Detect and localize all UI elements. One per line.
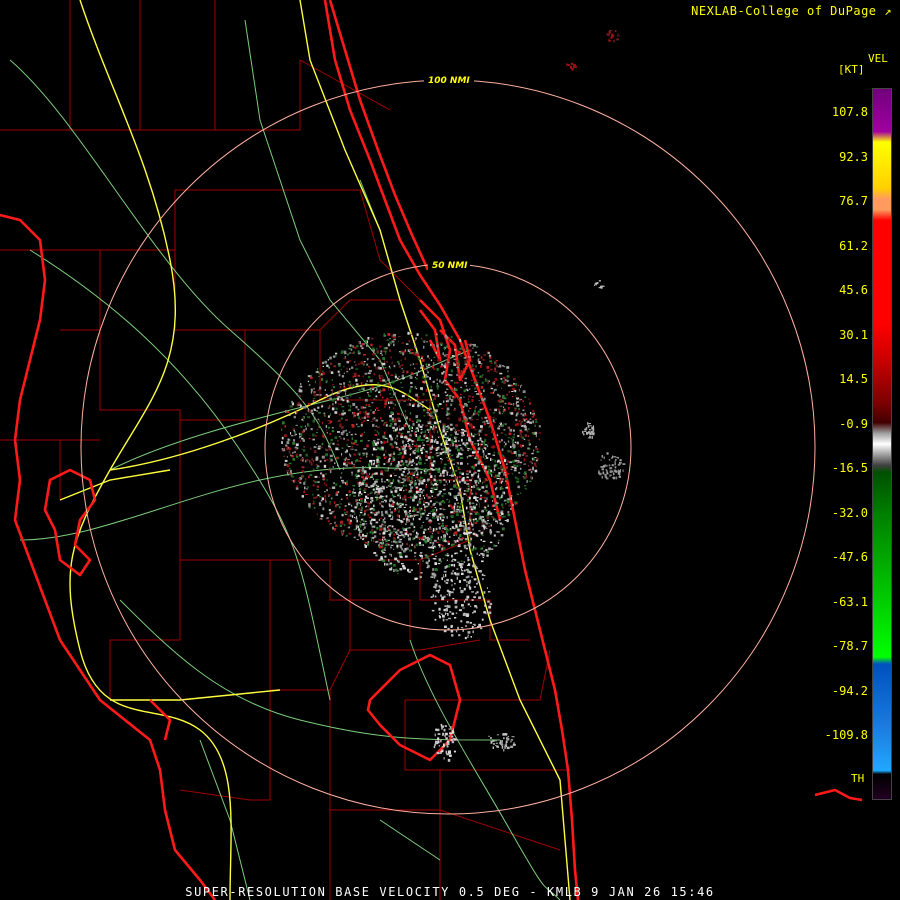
external-link-icon[interactable]: ↗ [884,4,892,18]
legend-tick: -109.8 [824,728,868,742]
legend-product: VEL [868,52,888,65]
legend-tick: 92.3 [839,149,868,164]
legend-tick: -16.5 [831,461,868,475]
legend-tick: -94.2 [831,683,868,698]
legend-tick: 61.2 [839,238,868,253]
legend-tick: 107.8 [831,105,868,119]
velocity-colorbar [872,88,892,800]
legend-tick: -32.0 [831,505,868,520]
legend-tick: 76.7 [839,194,868,208]
ring-label-50: 50 NMI [432,261,468,271]
legend-tick: -0.9 [839,416,868,431]
ring-label-100: 100 NMI [428,76,470,86]
legend-tick: -63.1 [831,594,868,609]
legend-ticks: 107.8 92.3 76.7 61.2 45.6 30.1 14.5 -0.9 -16.5 -3… [800,0,870,900]
legend-tick: 14.5 [839,372,868,386]
legend-tick: -78.7 [831,639,868,653]
legend-tick: 30.1 [839,327,868,342]
legend-tick: -47.6 [831,550,868,564]
legend-footer-label: TH [851,772,865,785]
product-footer: SUPER-RESOLUTION BASE VELOCITY 0.5 DEG -… [185,885,715,899]
radar-map: 100 NMI 50 NMI [0,0,900,900]
legend-tick: 45.6 [839,283,868,297]
